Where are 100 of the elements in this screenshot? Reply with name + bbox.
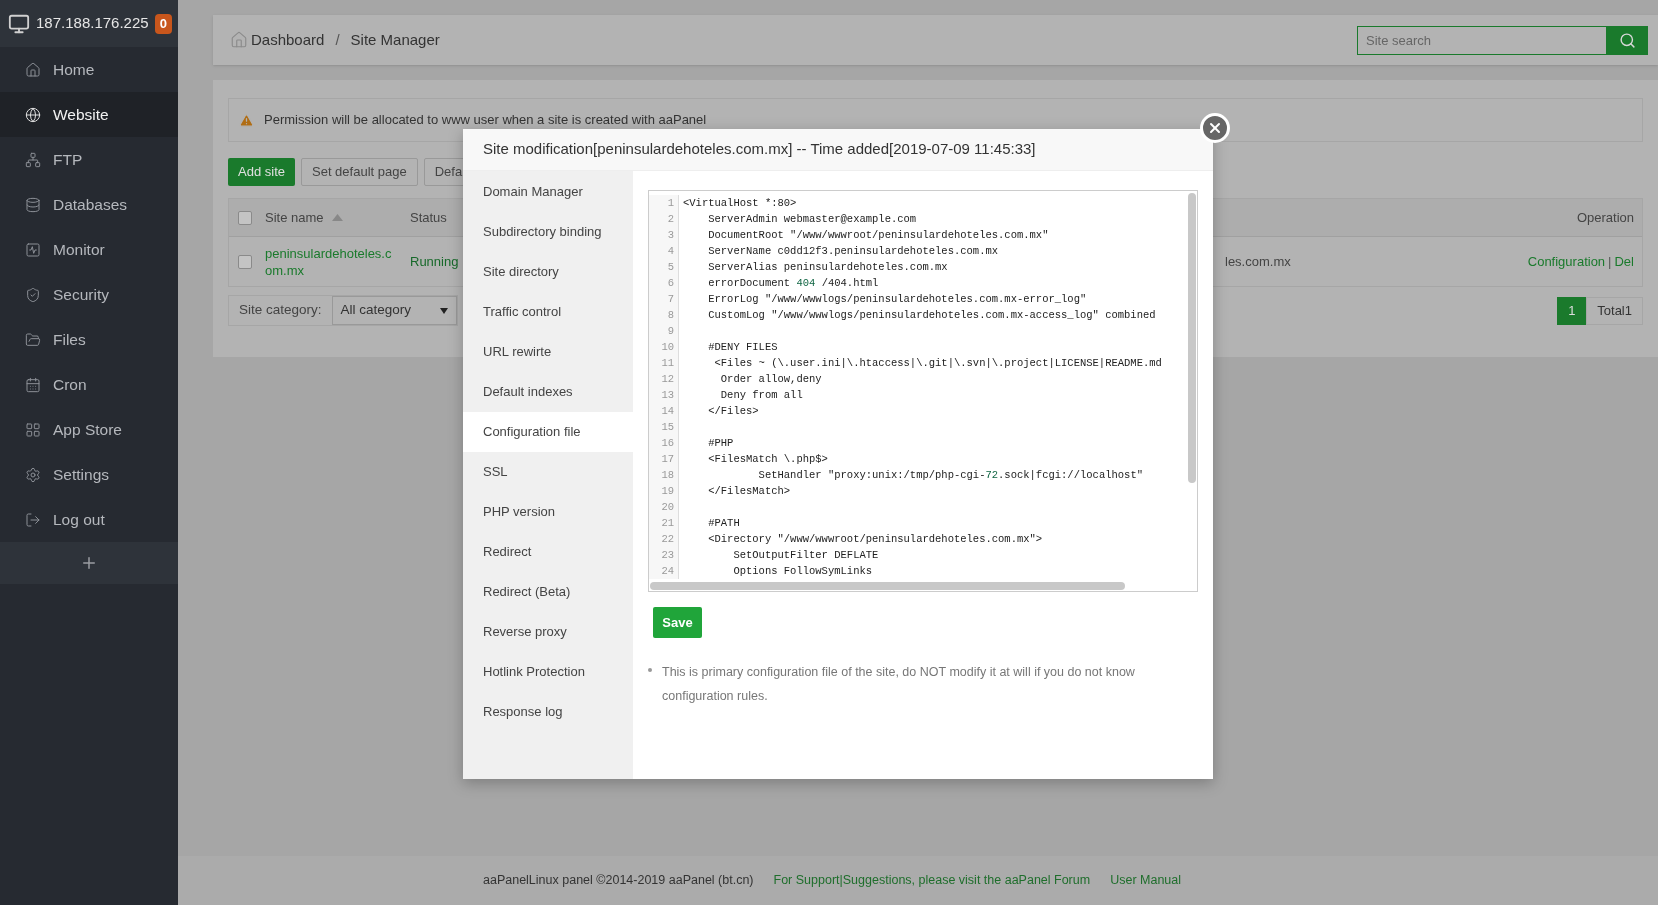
grid-icon <box>25 421 41 438</box>
code-line: SetHandler "proxy:unix:/tmp/php-cgi-72.sock|fcgi://localhost" <box>757 469 1143 481</box>
toolbar-button[interactable]: Set default page <box>301 158 418 186</box>
dialog-nav-item[interactable]: Site directory <box>463 252 633 292</box>
sidebar-item[interactable]: Settings <box>0 452 178 497</box>
line-number: 2 <box>667 212 674 227</box>
breadcrumb-separator: / <box>335 29 340 50</box>
code-line: #PATH <box>707 517 740 529</box>
line-number: 19 <box>661 484 674 499</box>
dialog-nav-item[interactable]: Reverse proxy <box>463 612 633 652</box>
line-number: 24 <box>661 564 674 579</box>
dialog-nav-item[interactable]: Subdirectory binding <box>463 212 633 252</box>
line-number: 13 <box>661 388 674 403</box>
code-line: ErrorLog "/www/wwwlogs/peninsulardehoteles.com.mx-error_log" <box>707 293 1087 305</box>
home-icon <box>230 31 248 49</box>
line-number: 23 <box>661 548 674 563</box>
sidebar-item[interactable]: Databases <box>0 182 178 227</box>
bullet-icon <box>648 668 652 672</box>
link-separator: | <box>1608 252 1612 271</box>
line-number: 12 <box>661 372 674 387</box>
monitor-chart-icon <box>25 241 41 258</box>
sidebar-item[interactable]: Home <box>0 47 178 92</box>
search-button[interactable] <box>1607 25 1648 55</box>
sidebar-item[interactable]: Files <box>0 317 178 362</box>
checkbox[interactable] <box>238 210 252 225</box>
dialog-nav-item[interactable]: Response log <box>463 692 633 732</box>
line-number: 5 <box>667 260 674 275</box>
breadcrumb-link[interactable]: Dashboard <box>251 28 325 52</box>
vertical-scrollbar[interactable] <box>1188 193 1196 483</box>
line-number: 16 <box>661 436 674 451</box>
code-editor[interactable] <box>648 190 1198 592</box>
code-line: ServerAdmin webmaster@example.com <box>707 213 917 225</box>
note-text: This is primary configuration file of the site, do NOT modify it at will if you do not know configuration rules. <box>662 664 1136 705</box>
toolbar-button[interactable]: Add site <box>228 158 295 186</box>
notice-text: Permission will be allocated to www user when a site is created with aaPanel <box>264 111 707 130</box>
settings-icon <box>25 466 41 483</box>
line-number: 6 <box>667 276 674 291</box>
warning-icon <box>239 112 254 128</box>
dialog-nav-item[interactable]: Redirect <box>463 532 633 572</box>
dialog-nav-item[interactable]: PHP version <box>463 492 633 532</box>
column-header[interactable]: Site name <box>265 207 324 228</box>
logout-icon <box>25 511 41 528</box>
sidebar-item[interactable]: Cron <box>0 362 178 407</box>
close-icon <box>1207 120 1223 136</box>
search-icon <box>1619 31 1636 49</box>
sidebar-item[interactable]: Log out <box>0 497 178 542</box>
notification-badge[interactable]: 0 <box>154 13 172 34</box>
column-header: Operation <box>1576 208 1634 227</box>
dialog-nav-item[interactable]: Configuration file <box>463 412 633 452</box>
sidebar-item[interactable]: App Store <box>0 407 178 452</box>
calendar-icon <box>25 376 41 393</box>
code-line: #DENY FILES <box>707 341 778 353</box>
checkbox[interactable] <box>238 254 252 269</box>
server-icon <box>8 12 30 35</box>
code-line: </FilesMatch> <box>707 485 791 497</box>
globe-icon <box>25 106 41 123</box>
line-number: 4 <box>667 244 674 259</box>
code-line: CustomLog "/www/wwwlogs/peninsulardehoteles.com.mx-access_log" combined <box>707 309 1156 321</box>
sidebar-item[interactable]: Monitor <box>0 227 178 272</box>
line-number: 9 <box>667 324 674 339</box>
line-number: 18 <box>661 468 674 483</box>
horizontal-scrollbar[interactable] <box>650 582 1125 590</box>
page-button[interactable]: 1 <box>1557 296 1587 325</box>
status-text: Running <box>410 252 459 271</box>
sidebar-item[interactable]: Security <box>0 272 178 317</box>
sidebar-item[interactable]: Website <box>0 92 178 137</box>
code-line: errorDocument 404 /404.html <box>707 277 879 289</box>
dialog-nav-item[interactable]: URL rewirte <box>463 332 633 372</box>
line-number: 14 <box>661 404 674 419</box>
folder-icon <box>25 331 41 348</box>
line-number: 10 <box>661 340 674 355</box>
breadcrumb-current: Site Manager <box>350 29 440 50</box>
code-line: ServerName c0dd12f3.peninsulardehoteles.com.mx <box>707 245 999 257</box>
dialog-nav-item[interactable]: Hotlink Protection <box>463 652 633 692</box>
line-number: 3 <box>667 228 674 243</box>
dialog-nav-item[interactable]: Redirect (Beta) <box>463 572 633 612</box>
server-ip: 187.188.176.225 <box>36 13 149 34</box>
code-line: Deny from all <box>719 389 803 401</box>
total-count: Total1 <box>1586 296 1643 325</box>
sidebar-item[interactable]: FTP <box>0 137 178 182</box>
category-label: Site category: <box>239 301 322 320</box>
sort-arrow-icon[interactable] <box>331 214 343 221</box>
dialog-nav-item[interactable]: Default indexes <box>463 372 633 412</box>
search-field[interactable]: Site search <box>1357 25 1607 55</box>
dialog-nav-item[interactable]: Traffic control <box>463 292 633 332</box>
code-line: Order allow,deny <box>719 373 822 385</box>
dialog-nav-item[interactable]: SSL <box>463 452 633 492</box>
database-icon <box>25 196 41 213</box>
category-select[interactable]: All category <box>331 296 457 325</box>
line-number: 15 <box>661 420 674 435</box>
line-number: 20 <box>661 500 674 515</box>
code-line: <FilesMatch \.php$> <box>707 453 828 465</box>
code-line: <Files ~ (\.user.ini|\.htaccess|\.git|\.svn|\.project|LICENSE|README.md <box>713 357 1162 369</box>
add-icon[interactable] <box>80 554 98 572</box>
home-icon <box>25 61 41 78</box>
line-number: 21 <box>661 516 674 531</box>
line-number: 8 <box>667 308 674 323</box>
line-number: 1 <box>667 196 674 211</box>
code-line: SetOutputFilter DEFLATE <box>732 549 879 561</box>
code-line: #PHP <box>707 437 734 449</box>
